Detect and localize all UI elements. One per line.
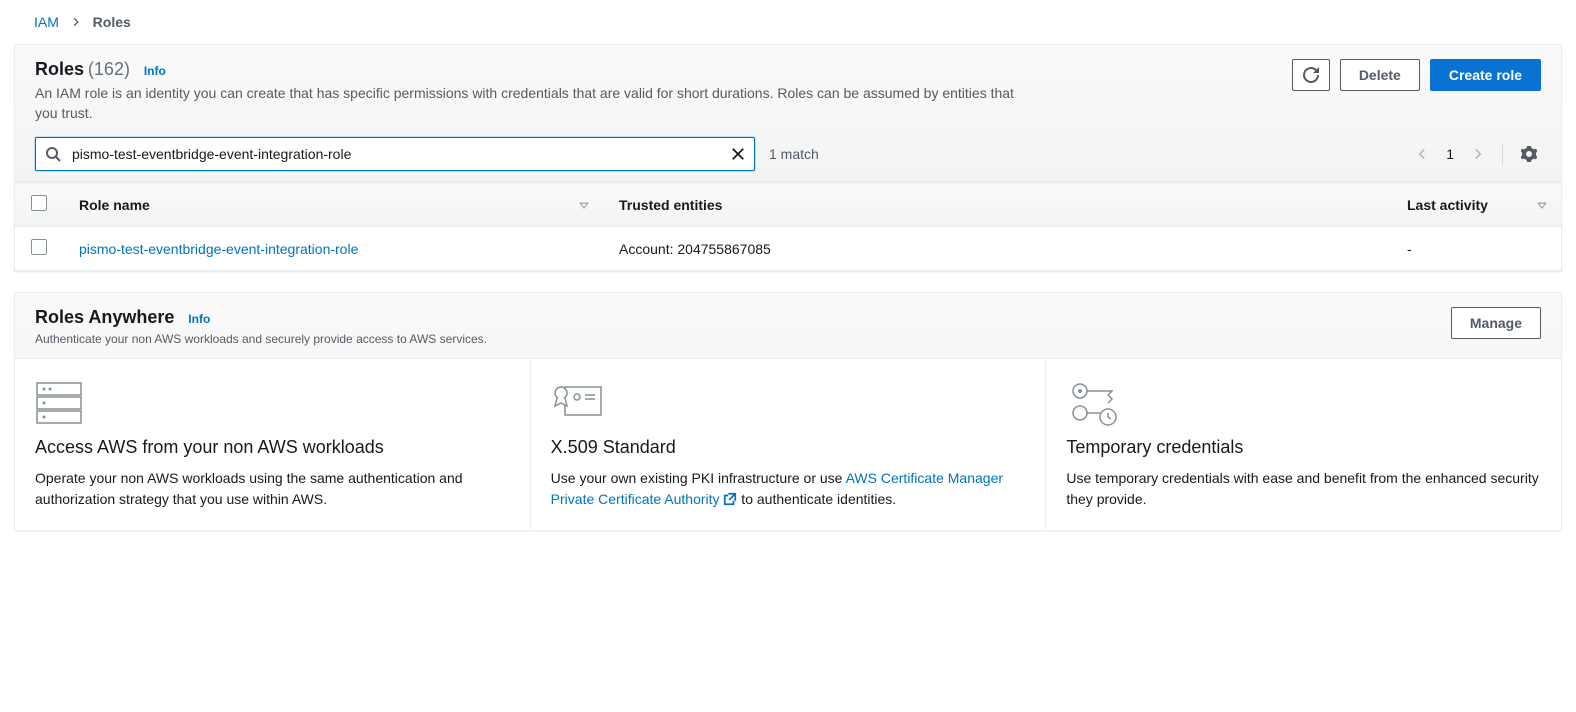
search-input[interactable] bbox=[35, 137, 755, 171]
role-name-link[interactable]: pismo-test-eventbridge-event-integration… bbox=[79, 241, 358, 257]
breadcrumb: IAM Roles bbox=[0, 0, 1576, 44]
column-last-label: Last activity bbox=[1407, 197, 1488, 213]
page-number: 1 bbox=[1446, 146, 1454, 162]
roles-table: Role name Trusted entities Last activity bbox=[15, 182, 1561, 271]
column-trusted-label: Trusted entities bbox=[619, 197, 722, 213]
roles-anywhere-description: Authenticate your non AWS workloads and … bbox=[35, 332, 487, 346]
page-title: Roles bbox=[35, 59, 84, 79]
column-trusted-entities[interactable]: Trusted entities bbox=[603, 183, 1391, 227]
roles-panel: Roles (162) Info An IAM role is an ident… bbox=[14, 44, 1562, 272]
sort-icon bbox=[1537, 200, 1547, 210]
clear-icon[interactable] bbox=[731, 147, 745, 161]
refresh-icon bbox=[1303, 67, 1319, 83]
trusted-entities-cell: Account: 204755867085 bbox=[603, 227, 1391, 271]
info-link[interactable]: Info bbox=[144, 64, 166, 78]
table-row: pismo-test-eventbridge-event-integration… bbox=[15, 227, 1561, 271]
card-title: Temporary credentials bbox=[1066, 437, 1541, 458]
next-page-button[interactable] bbox=[1468, 144, 1488, 164]
certificate-icon bbox=[551, 379, 1026, 427]
create-role-button[interactable]: Create role bbox=[1430, 59, 1541, 91]
search-icon bbox=[45, 146, 61, 162]
external-link-icon bbox=[723, 492, 737, 506]
card-temporary-credentials: Temporary credentials Use temporary cred… bbox=[1045, 359, 1561, 530]
select-all-checkbox[interactable] bbox=[31, 195, 47, 211]
card-body-post: to authenticate identities. bbox=[737, 491, 896, 507]
card-body: Use your own existing PKI infrastructure… bbox=[551, 468, 1026, 510]
column-last-activity[interactable]: Last activity bbox=[1391, 183, 1561, 227]
sort-icon bbox=[579, 200, 589, 210]
card-access-aws: Access AWS from your non AWS workloads O… bbox=[15, 359, 530, 530]
settings-button[interactable] bbox=[1517, 142, 1541, 166]
roles-anywhere-title: Roles Anywhere bbox=[35, 307, 174, 327]
card-body: Operate your non AWS workloads using the… bbox=[35, 468, 510, 510]
divider bbox=[1502, 143, 1503, 165]
servers-icon bbox=[35, 379, 510, 427]
card-x509: X.509 Standard Use your own existing PKI… bbox=[530, 359, 1046, 530]
roles-description: An IAM role is an identity you can creat… bbox=[35, 84, 1015, 123]
roles-anywhere-panel: Roles Anywhere Info Authenticate your no… bbox=[14, 292, 1562, 531]
refresh-button[interactable] bbox=[1292, 59, 1330, 91]
column-role-name[interactable]: Role name bbox=[63, 183, 603, 227]
info-link[interactable]: Info bbox=[188, 312, 210, 326]
gear-icon bbox=[1521, 146, 1537, 162]
delete-button[interactable]: Delete bbox=[1340, 59, 1420, 91]
breadcrumb-current: Roles bbox=[93, 14, 131, 30]
match-count: 1 match bbox=[769, 146, 819, 162]
prev-page-button[interactable] bbox=[1412, 144, 1432, 164]
breadcrumb-root-link[interactable]: IAM bbox=[34, 14, 59, 30]
last-activity-cell: - bbox=[1391, 227, 1561, 271]
card-body: Use temporary credentials with ease and … bbox=[1066, 468, 1541, 510]
key-clock-icon bbox=[1066, 379, 1541, 427]
row-checkbox[interactable] bbox=[31, 239, 47, 255]
roles-count: (162) bbox=[88, 59, 130, 79]
column-role-name-label: Role name bbox=[79, 197, 150, 213]
card-body-pre: Use your own existing PKI infrastructure… bbox=[551, 470, 846, 486]
card-title: X.509 Standard bbox=[551, 437, 1026, 458]
chevron-right-icon bbox=[71, 14, 85, 30]
manage-button[interactable]: Manage bbox=[1451, 307, 1541, 339]
card-title: Access AWS from your non AWS workloads bbox=[35, 437, 510, 458]
